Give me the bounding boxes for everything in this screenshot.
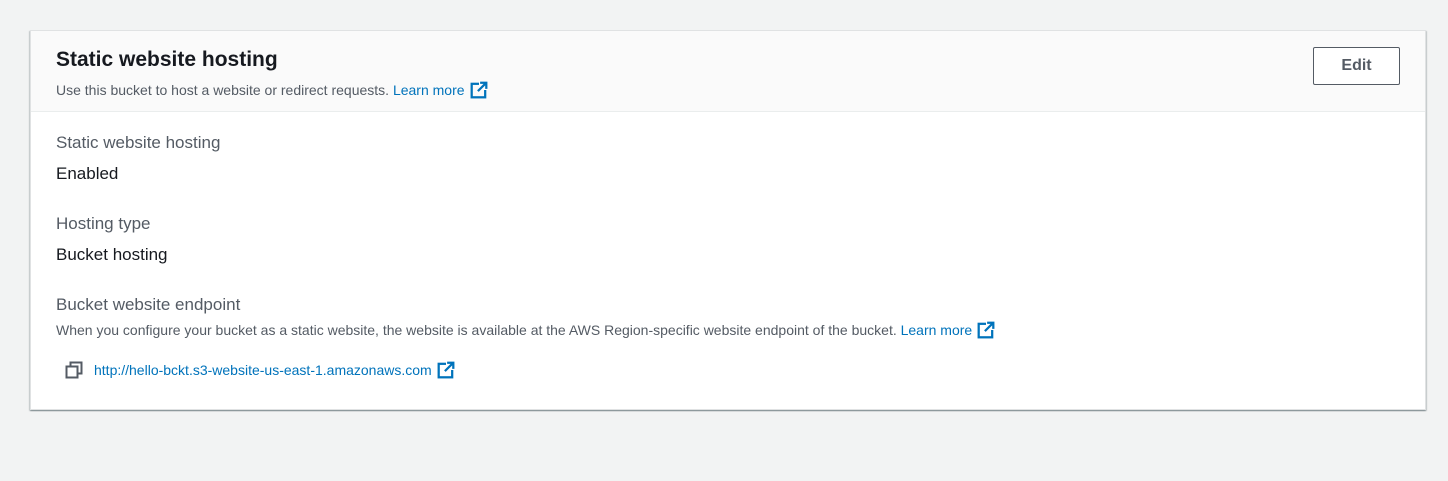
copy-icon[interactable] [64,360,84,380]
panel-title: Static website hosting [56,48,278,71]
external-link-icon [977,321,996,339]
hosting-value: Enabled [56,164,119,183]
learn-more-label: Learn more [392,82,465,98]
endpoint-description: When you configure your bucket as a stat… [56,320,996,340]
endpoint-learn-more-link[interactable]: Learn more [900,321,996,339]
endpoint-row: http://hello-bckt.s3-website-us-east-1.a… [64,358,455,382]
static-website-hosting-panel: Static website hosting Use this bucket t… [30,30,1426,410]
hosting-label: Static website hosting [56,133,221,152]
endpoint-url-link[interactable]: http://hello-bckt.s3-website-us-east-1.a… [94,361,455,379]
hosting-type-label: Hosting type [56,214,151,233]
learn-more-link[interactable]: Learn more [392,81,488,99]
external-link-icon [437,361,455,379]
panel-description-text: Use this bucket to host a website or red… [56,82,390,98]
panel-header: Static website hosting Use this bucket t… [31,31,1425,112]
external-link-icon [470,81,488,99]
endpoint-description-text: When you configure your bucket as a stat… [56,322,897,338]
endpoint-learn-more-label: Learn more [900,322,973,338]
panel-description: Use this bucket to host a website or red… [56,80,488,100]
endpoint-label: Bucket website endpoint [56,295,241,314]
edit-button[interactable]: Edit [1313,47,1400,85]
hosting-type-value: Bucket hosting [56,245,168,264]
endpoint-url: http://hello-bckt.s3-website-us-east-1.a… [94,362,432,378]
